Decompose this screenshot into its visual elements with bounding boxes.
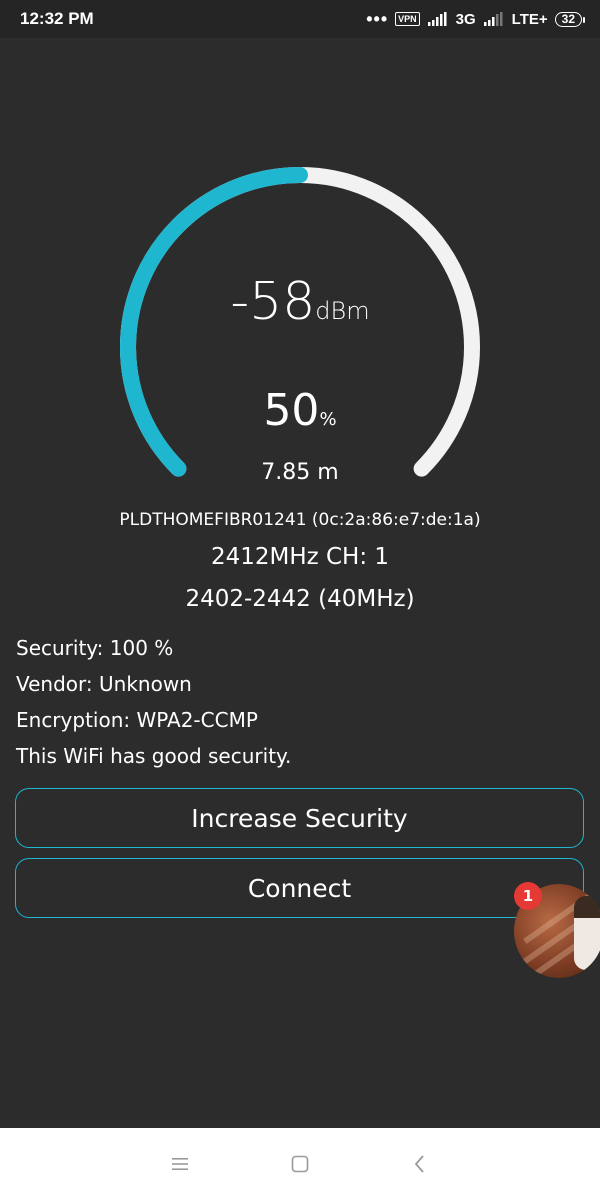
signal-icon-secondary (483, 12, 503, 26)
security-note: This WiFi has good security. (16, 744, 292, 768)
chat-head-badge: 1 (514, 882, 542, 910)
security-info: Security: 100 % Vendor: Unknown Encrypti… (16, 630, 291, 774)
frequency-range: 2402-2442 (40MHz) (185, 586, 415, 612)
status-time: 12:32 PM (20, 9, 94, 28)
signal-icon (427, 12, 447, 26)
signal-percent-value: 50 (263, 385, 320, 436)
status-icons: ••• VPN 3G LTE+ 32 (366, 9, 586, 29)
frequency-channel: 2412MHz CH: 1 (210, 544, 390, 570)
more-notifications-icon: ••• (366, 9, 389, 29)
signal-percent-readout: 50% (0, 385, 600, 436)
battery-icon: 32 (554, 11, 586, 27)
menu-icon[interactable] (150, 1144, 210, 1184)
increase-security-button[interactable]: Increase Security (15, 788, 584, 848)
status-bar: 12:32 PM ••• VPN 3G LTE+ 32 (0, 0, 600, 38)
connect-button[interactable]: Connect (15, 858, 584, 918)
rssi-unit: dBm (315, 297, 370, 325)
ssid-bssid: PLDTHOMEFIBR01241 (0c:2a:86:e7:de:1a) (119, 510, 481, 530)
back-icon[interactable] (390, 1144, 450, 1184)
vendor-info: Vendor: Unknown (16, 672, 192, 696)
rssi-value: -58 (230, 272, 316, 332)
signal-percent-unit: % (319, 409, 337, 430)
network-type-label: 3G (455, 10, 476, 28)
navigation-bar (0, 1128, 600, 1200)
rssi-readout: -58dBm (0, 272, 600, 332)
home-icon[interactable] (270, 1144, 330, 1184)
vpn-icon: VPN (395, 12, 420, 26)
encryption-info: Encryption: WPA2-CCMP (16, 708, 258, 732)
distance-readout: 7.85 m (261, 460, 339, 485)
security-level: Security: 100 % (16, 636, 174, 660)
network-type-label-secondary: LTE+ (511, 10, 548, 28)
